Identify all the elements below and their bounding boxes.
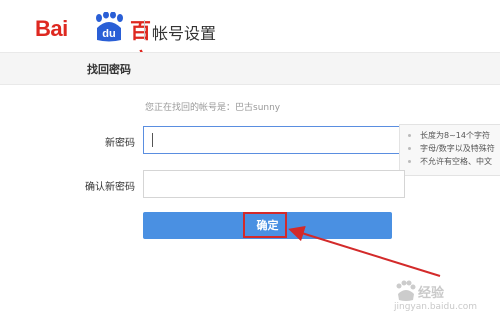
bullet-icon xyxy=(408,147,411,150)
subnav-title: 找回密码 xyxy=(87,63,131,76)
rule-text: 长度为8~14个字符 xyxy=(420,131,490,140)
new-password-label: 新密码 xyxy=(105,138,135,149)
sub-navigation-bar: 找回密码 xyxy=(0,52,500,85)
rule-item: 字母/数字以及特殊符 xyxy=(408,142,500,155)
confirm-password-label: 确认新密码 xyxy=(85,182,135,193)
bullet-icon xyxy=(408,160,411,163)
logo-du-text: du xyxy=(102,28,115,40)
paw-watermark-icon xyxy=(396,280,416,301)
password-rules-tooltip: 长度为8~14个字符 字母/数字以及特殊符 不允许有空格、中文 xyxy=(399,124,500,176)
rule-text: 不允许有空格、中文 xyxy=(420,157,492,166)
header-divider xyxy=(144,20,145,40)
account-info-text: 您正在找回的帐号是：巴古sunny xyxy=(145,103,281,113)
watermark-text: 经验 xyxy=(418,286,445,301)
new-password-field[interactable] xyxy=(143,126,405,154)
confirm-password-field[interactable] xyxy=(143,170,405,198)
logo-letters: Bai xyxy=(35,16,68,41)
annotation-highlight-box xyxy=(243,212,287,238)
watermark: 经验 jingyan.baidu.com xyxy=(392,280,496,316)
rule-text: 字母/数字以及特殊符 xyxy=(420,144,495,153)
rule-item: 长度为8~14个字符 xyxy=(408,129,500,142)
text-cursor xyxy=(152,133,153,147)
page-header: Bai du 百度 帐号设置 xyxy=(0,0,500,73)
page-title: 帐号设置 xyxy=(152,24,217,43)
watermark-url: jingyan.baidu.com xyxy=(394,302,478,312)
rule-item: 不允许有空格、中文 xyxy=(408,155,500,168)
paw-icon: du xyxy=(96,12,123,42)
bullet-icon xyxy=(408,134,411,137)
